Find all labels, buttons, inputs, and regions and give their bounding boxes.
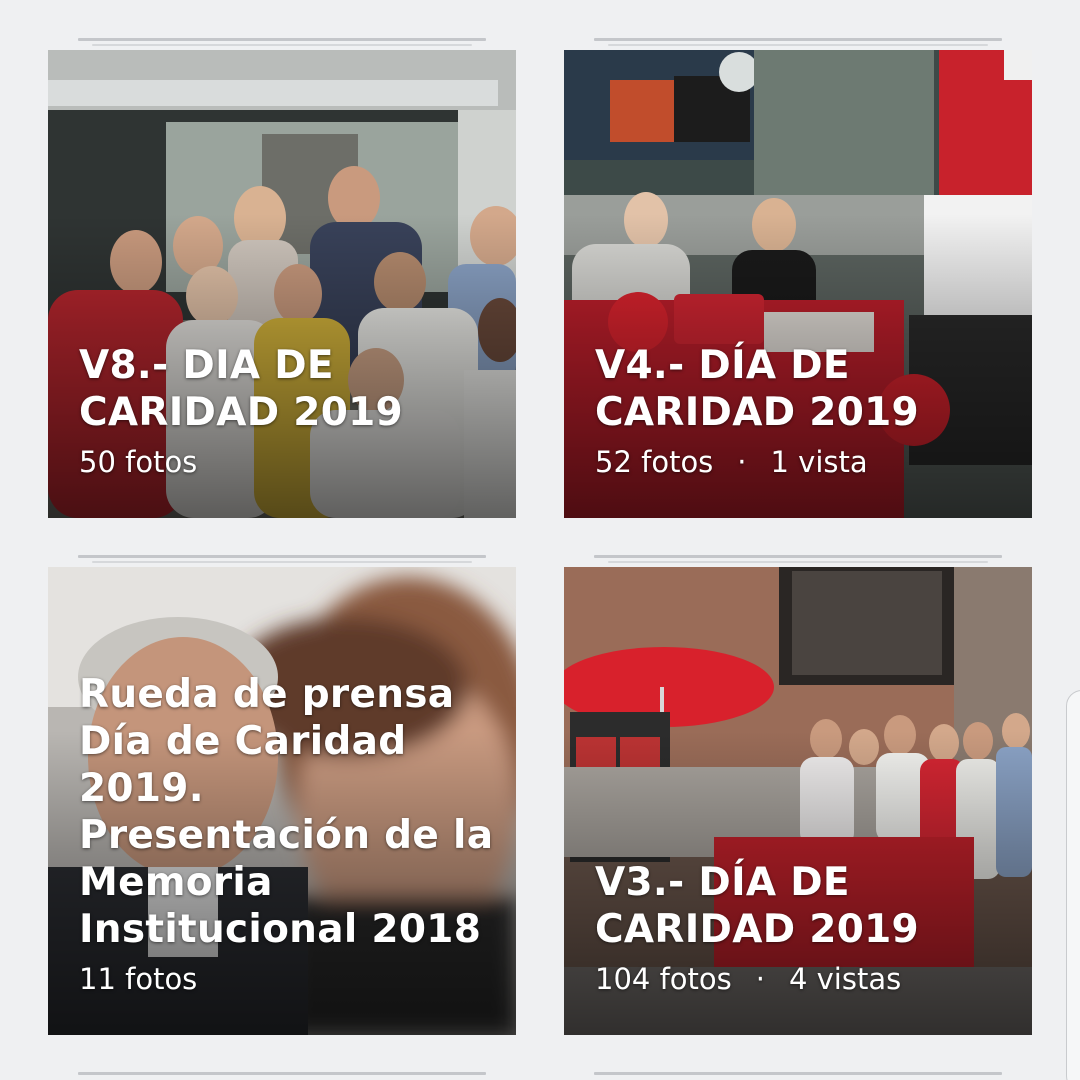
album-card[interactable]: V3.- DÍA DE CARIDAD 2019 104 fotos · 4 vis…: [564, 567, 1032, 1035]
album-card[interactable]: V8.- DIA DE CARIDAD 2019 50 fotos: [48, 50, 516, 518]
album-stack-edge: [594, 38, 1002, 41]
album-title: Rueda de prensa Día de Caridad 2019. Pre…: [79, 672, 494, 952]
photo-count: 104 fotos: [595, 962, 732, 996]
album-title: V8.- DIA DE CARIDAD 2019: [79, 343, 403, 435]
album-stack-edge: [608, 561, 988, 563]
photo-count: 11 fotos: [79, 962, 198, 996]
album-caption: V8.- DIA DE CARIDAD 2019 50 fotos: [79, 342, 496, 480]
photo-count: 50 fotos: [79, 445, 198, 479]
album-card[interactable]: V4.- DÍA DE CARIDAD 2019 52 fotos · 1 vist…: [564, 50, 1032, 518]
meta-separator: ·: [755, 962, 765, 996]
album-stack-edge: [608, 44, 988, 46]
meta-separator: ·: [737, 445, 747, 479]
album-stack-edge: [78, 555, 486, 558]
view-count: 1 vista: [770, 445, 868, 479]
album-caption: V3.- DÍA DE CARIDAD 2019 104 fotos · 4 vis…: [595, 859, 1012, 997]
album-stack-edge: [594, 1072, 1002, 1075]
album-stack-edge: [92, 561, 472, 563]
photo-count: 52 fotos: [595, 445, 714, 479]
album-card[interactable]: Rueda de prensa Día de Caridad 2019. Pre…: [48, 567, 516, 1035]
view-count: 4 vistas: [788, 962, 902, 996]
album-meta: 52 fotos · 1 vista: [595, 444, 1012, 480]
album-stack-edge: [78, 38, 486, 41]
album-grid: V8.- DIA DE CARIDAD 2019 50 fotos V4.- D…: [0, 0, 1080, 1080]
album-meta: 50 fotos: [79, 444, 496, 480]
album-title: V3.- DÍA DE CARIDAD 2019: [595, 860, 919, 952]
album-stack-edge: [594, 555, 1002, 558]
album-caption: Rueda de prensa Día de Caridad 2019. Pre…: [79, 671, 496, 997]
album-caption: V4.- DÍA DE CARIDAD 2019 52 fotos · 1 vist…: [595, 342, 1012, 480]
album-stack-edge: [92, 44, 472, 46]
album-meta: 11 fotos: [79, 961, 496, 997]
album-stack-edge: [78, 1072, 486, 1075]
album-meta: 104 fotos · 4 vistas: [595, 961, 1012, 997]
scrollbar-handle[interactable]: [1066, 690, 1080, 1080]
album-title: V4.- DÍA DE CARIDAD 2019: [595, 343, 919, 435]
